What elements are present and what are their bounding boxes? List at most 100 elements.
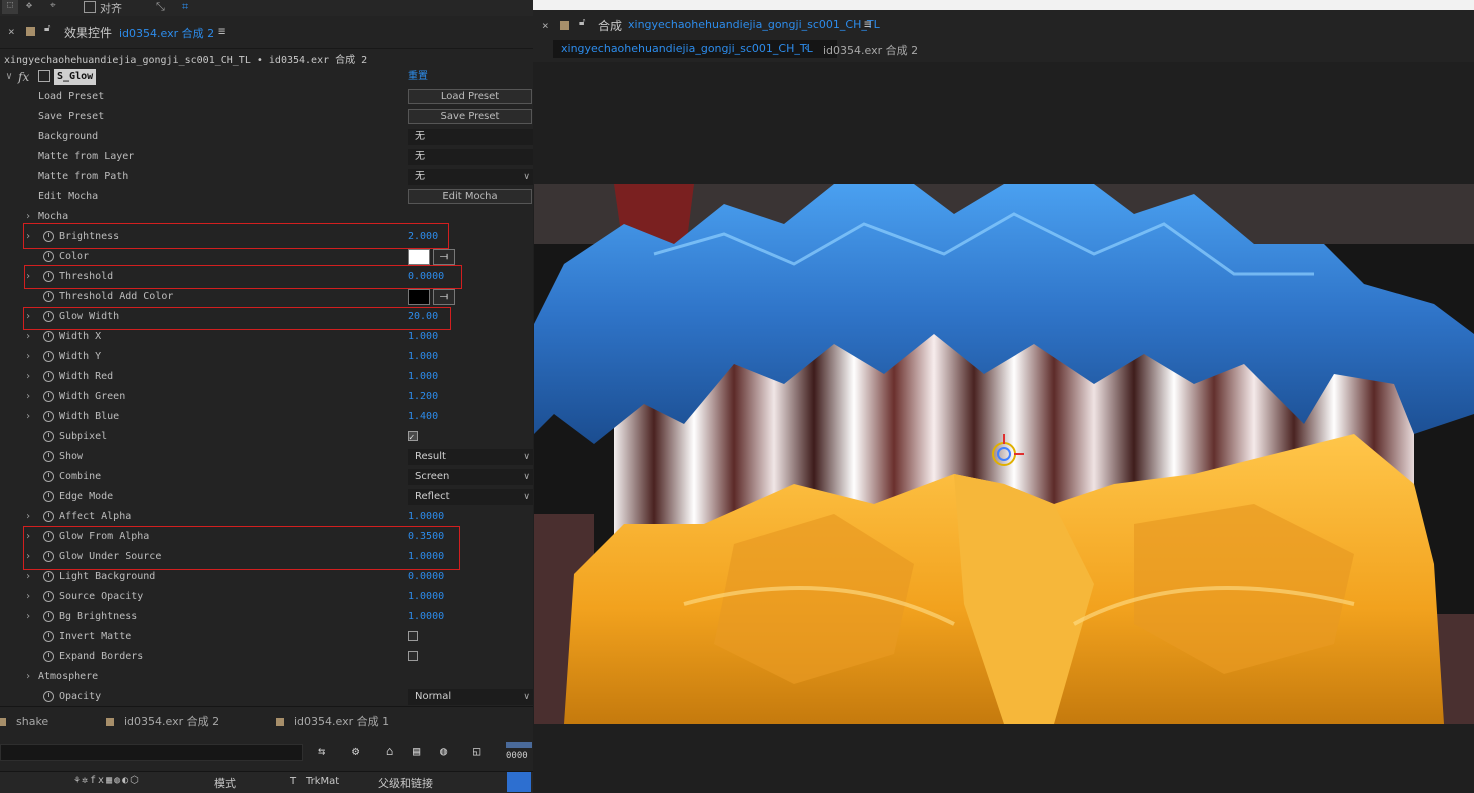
expand-chevron-icon[interactable]: › <box>25 387 31 407</box>
edge-mode-dropdown[interactable]: Reflect ∨ <box>408 489 533 505</box>
composition-viewer[interactable] <box>534 184 1474 724</box>
stopwatch-icon[interactable] <box>43 451 54 462</box>
snap-tool-icon[interactable]: ⌗ <box>182 0 188 14</box>
breadcrumb-next-comp[interactable]: id0354.exr 合成 2 <box>823 42 918 58</box>
expand-chevron-icon[interactable]: › <box>25 667 31 687</box>
property-value[interactable]: 0.3500 <box>408 527 444 547</box>
eyedropper-icon[interactable]: ⟞ <box>433 249 455 265</box>
panel-menu-icon[interactable]: ≡ <box>218 24 225 38</box>
expand-chevron-icon[interactable]: › <box>25 567 31 587</box>
expand-chevron-icon[interactable]: › <box>25 227 31 247</box>
pen-tool-icon[interactable]: ⤡ <box>156 0 165 14</box>
stopwatch-icon[interactable] <box>43 391 54 402</box>
breadcrumb-active-comp[interactable]: xingyechaohehuandiejia_gongji_sc001_CH_T… <box>553 40 837 58</box>
stopwatch-icon[interactable] <box>43 331 54 342</box>
comp-panel-menu-icon[interactable]: ≡ <box>864 17 871 31</box>
effect-controls-tab-title[interactable]: 效果控件 <box>64 24 112 41</box>
stopwatch-icon[interactable] <box>43 511 54 522</box>
matte-from-layer-dropdown[interactable]: 无 <box>408 149 533 165</box>
property-value[interactable]: 0.0000 <box>408 267 444 287</box>
comp-lock-icon[interactable]: 🔓︎ <box>579 17 585 28</box>
draft-3d-icon[interactable]: ⚙ <box>352 744 359 758</box>
property-value[interactable]: 1.0000 <box>408 547 444 567</box>
stopwatch-icon[interactable] <box>43 651 54 662</box>
effect-name-label[interactable]: S_Glow <box>54 69 97 85</box>
opacity-dropdown[interactable]: Normal ∨ <box>408 689 533 705</box>
stopwatch-icon[interactable] <box>43 431 54 442</box>
graph-editor-icon[interactable]: ◱ <box>473 744 480 758</box>
property-value[interactable]: 2.000 <box>408 227 438 247</box>
threshold-add-color-color-swatch[interactable] <box>408 289 430 305</box>
expand-chevron-icon[interactable]: › <box>25 547 31 567</box>
expand-chevron-icon[interactable]: › <box>25 207 31 227</box>
layer-search-input[interactable] <box>0 744 303 761</box>
stopwatch-icon[interactable] <box>43 271 54 282</box>
timeline-tab-shake[interactable]: shake <box>0 707 48 737</box>
stopwatch-icon[interactable] <box>43 551 54 562</box>
background-dropdown[interactable]: 无 <box>408 129 533 145</box>
eyedropper-icon[interactable]: ⟞ <box>433 289 455 305</box>
parent-column-header[interactable]: 父级和链接 <box>378 775 433 791</box>
effect-controls-tab-target[interactable]: id0354.exr 合成 2 <box>119 25 214 41</box>
stopwatch-icon[interactable] <box>43 311 54 322</box>
stopwatch-icon[interactable] <box>43 571 54 582</box>
stopwatch-icon[interactable] <box>43 691 54 702</box>
fx-icon[interactable]: fx <box>18 67 29 87</box>
mode-column-header[interactable]: 模式 <box>214 775 236 791</box>
reset-link[interactable]: 重置 <box>408 67 428 87</box>
close-tab-icon[interactable]: × <box>8 25 15 38</box>
stopwatch-icon[interactable] <box>43 471 54 482</box>
load-preset-button[interactable]: Load Preset <box>408 89 532 104</box>
expand-borders-checkbox[interactable] <box>408 651 418 661</box>
align-checkbox[interactable] <box>84 1 96 13</box>
combine-dropdown[interactable]: Screen ∨ <box>408 469 533 485</box>
expand-chevron-icon[interactable]: › <box>25 527 31 547</box>
stopwatch-icon[interactable] <box>43 291 54 302</box>
t-column-header[interactable]: T <box>290 776 296 787</box>
expand-chevron-icon[interactable]: › <box>25 587 31 607</box>
expand-chevron-icon[interactable]: › <box>25 607 31 627</box>
property-value[interactable]: 1.0000 <box>408 607 444 627</box>
frame-blending-icon[interactable]: ▤ <box>413 744 420 758</box>
comp-flowchart-icon[interactable]: ⇆ <box>318 744 325 758</box>
matte-from-path-dropdown[interactable]: 无 ∨ <box>408 169 533 185</box>
stopwatch-icon[interactable] <box>43 631 54 642</box>
expand-chevron-icon[interactable]: › <box>25 507 31 527</box>
trkmat-column-header[interactable]: TrkMat <box>306 776 339 787</box>
expand-chevron-icon[interactable]: › <box>25 327 31 347</box>
property-value[interactable]: 1.200 <box>408 387 438 407</box>
property-value[interactable]: 1.000 <box>408 327 438 347</box>
stopwatch-icon[interactable] <box>43 351 54 362</box>
close-comp-tab-icon[interactable]: × <box>542 19 549 32</box>
stopwatch-icon[interactable] <box>43 231 54 242</box>
property-value[interactable]: 1.0000 <box>408 507 444 527</box>
stopwatch-icon[interactable] <box>43 251 54 262</box>
stopwatch-icon[interactable] <box>43 591 54 602</box>
subpixel-checkbox[interactable] <box>408 428 418 448</box>
selection-tool-icon[interactable]: ⬚ <box>2 0 18 14</box>
comp-tab-prefix[interactable]: 合成 <box>598 17 622 34</box>
stopwatch-icon[interactable] <box>43 411 54 422</box>
save-preset-button[interactable]: Save Preset <box>408 109 532 124</box>
shy-layers-icon[interactable]: ⌂ <box>386 744 393 758</box>
time-ruler-marker[interactable] <box>506 742 532 748</box>
timeline-tab-comp-1[interactable]: id0354.exr 合成 1 <box>276 707 389 737</box>
property-value[interactable]: 0.0000 <box>408 567 444 587</box>
property-value[interactable]: 1.000 <box>408 367 438 387</box>
expand-chevron-icon[interactable]: › <box>25 267 31 287</box>
property-value[interactable]: 1.400 <box>408 407 438 427</box>
property-value[interactable]: 1.000 <box>408 347 438 367</box>
expand-chevron-icon[interactable]: › <box>25 347 31 367</box>
timeline-tab-comp-2[interactable]: id0354.exr 合成 2 <box>106 707 219 737</box>
expand-chevron-icon[interactable]: › <box>25 407 31 427</box>
stopwatch-icon[interactable] <box>43 371 54 382</box>
hand-tool-icon[interactable]: ✥ <box>26 0 32 11</box>
comp-tab-name[interactable]: xingyechaohehuandiejia_gongji_sc001_CH_T… <box>628 18 880 31</box>
invert-matte-checkbox[interactable] <box>408 631 418 641</box>
property-value[interactable]: 20.00 <box>408 307 438 327</box>
expand-chevron-icon[interactable]: › <box>25 367 31 387</box>
color-color-swatch[interactable] <box>408 249 430 265</box>
stopwatch-icon[interactable] <box>43 491 54 502</box>
playhead-marker[interactable] <box>507 772 531 792</box>
pin-tool-icon[interactable]: ⌖ <box>50 0 56 11</box>
